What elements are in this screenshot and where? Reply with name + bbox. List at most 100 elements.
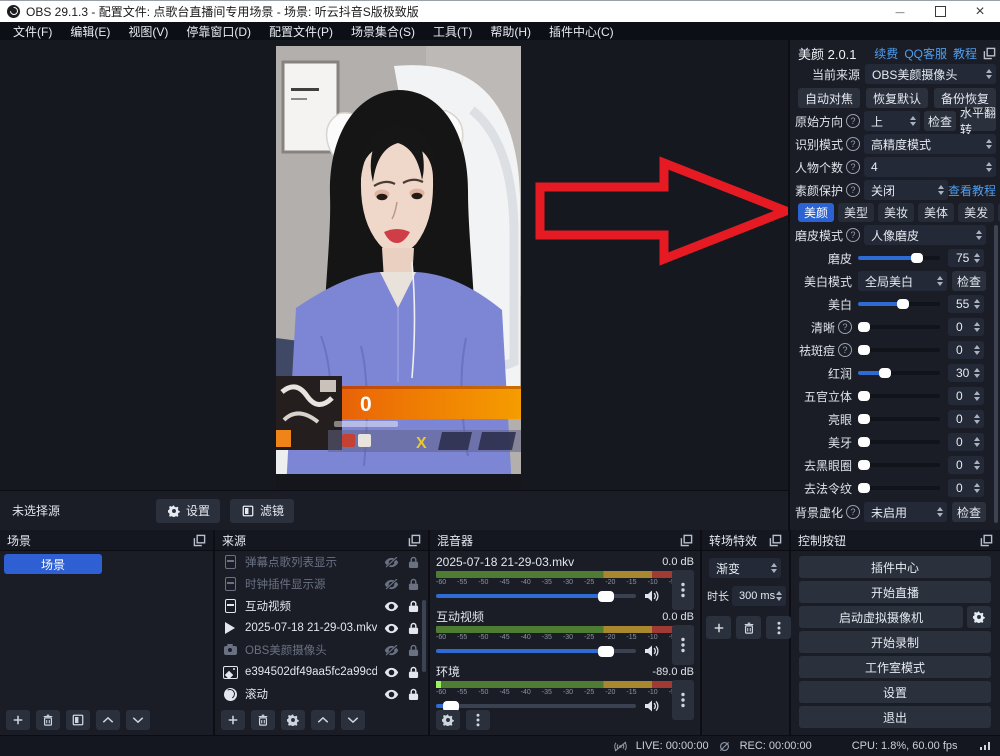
help-icon[interactable] (846, 505, 860, 519)
add-transition-button[interactable] (706, 616, 731, 639)
face-3d-slider[interactable] (858, 394, 940, 398)
exit-button[interactable]: 退出 (799, 706, 991, 728)
start-recording-button[interactable]: 开始录制 (799, 631, 991, 653)
channel-menu-button[interactable] (672, 625, 694, 665)
scene-list-item[interactable]: 场景 (4, 554, 102, 574)
channel-menu-button[interactable] (672, 570, 694, 610)
smooth-value-spin[interactable]: 75 (948, 249, 984, 267)
maximize-button[interactable] (920, 1, 960, 22)
move-scene-up-button[interactable] (96, 710, 120, 730)
qq-support-link[interactable]: QQ客服 (904, 45, 947, 62)
eye-slash-icon[interactable] (384, 643, 399, 658)
nasolabial-slider[interactable] (858, 486, 940, 490)
remove-source-button[interactable] (251, 710, 275, 730)
help-icon[interactable] (846, 160, 860, 174)
eye-icon[interactable] (384, 687, 399, 702)
smooth-mode-dropdown[interactable]: 人像磨皮 (864, 225, 986, 245)
slider-handle[interactable] (858, 460, 870, 470)
lock-icon[interactable] (406, 621, 421, 636)
source-properties-button[interactable] (281, 710, 305, 730)
help-icon[interactable] (846, 228, 860, 242)
lock-icon[interactable] (406, 665, 421, 680)
whiten-slider[interactable] (858, 302, 940, 306)
dark-circles-value-spin[interactable]: 0 (948, 456, 984, 474)
settings-button[interactable]: 设置 (799, 681, 991, 703)
orientation-dropdown[interactable]: 上 (864, 111, 920, 131)
tab-hair[interactable]: 美发 (958, 203, 994, 222)
smooth-slider[interactable] (858, 256, 940, 260)
bright-eyes-slider[interactable] (858, 417, 940, 421)
start-virtual-camera-button[interactable]: 启动虚拟摄像机 (799, 606, 963, 628)
autofocus-button[interactable]: 自动对焦 (798, 88, 860, 108)
bright-eyes-value-spin[interactable]: 0 (948, 410, 984, 428)
move-source-up-button[interactable] (311, 710, 335, 730)
nasolabial-value-spin[interactable]: 0 (948, 479, 984, 497)
menu-help[interactable]: 帮助(H) (481, 23, 540, 40)
whiten-check-button[interactable]: 检查 (952, 271, 986, 291)
popout-icon[interactable] (680, 534, 693, 547)
move-source-down-button[interactable] (341, 710, 365, 730)
source-row[interactable]: e394502df49aa5fc2a99cd2e7c (215, 661, 428, 683)
eye-icon[interactable] (384, 599, 399, 614)
speaker-icon[interactable] (644, 589, 660, 603)
source-row[interactable]: 滚动 (215, 683, 428, 705)
menu-scene-collection[interactable]: 场景集合(S) (342, 23, 424, 40)
popout-icon[interactable] (408, 534, 421, 547)
volume-handle[interactable] (598, 646, 614, 657)
menu-plugin-center[interactable]: 插件中心(C) (540, 23, 623, 40)
eye-slash-icon[interactable] (384, 577, 399, 592)
popout-icon[interactable] (193, 534, 206, 547)
clarity-slider[interactable] (858, 325, 940, 329)
source-settings-button[interactable]: 设置 (156, 499, 220, 523)
eye-icon[interactable] (384, 621, 399, 636)
add-source-button[interactable] (221, 710, 245, 730)
speaker-icon[interactable] (644, 699, 660, 713)
face-3d-value-spin[interactable]: 0 (948, 387, 984, 405)
speaker-icon[interactable] (644, 644, 660, 658)
popout-icon[interactable] (980, 534, 993, 547)
slider-handle[interactable] (858, 322, 870, 332)
help-icon[interactable] (846, 183, 860, 197)
bg-blur-dropdown[interactable]: 未启用 (864, 502, 947, 522)
close-button[interactable] (960, 1, 1000, 22)
eye-icon[interactable] (384, 665, 399, 680)
lock-icon[interactable] (406, 577, 421, 592)
slider-handle[interactable] (858, 437, 870, 447)
current-source-dropdown[interactable]: OBS美颜摄像头 (865, 64, 996, 84)
eye-slash-icon[interactable] (384, 555, 399, 570)
teeth-value-spin[interactable]: 0 (948, 433, 984, 451)
minimize-button[interactable] (880, 1, 920, 22)
slider-handle[interactable] (858, 391, 870, 401)
transition-dropdown[interactable]: 渐变 (709, 558, 781, 578)
horizontal-flip-button[interactable]: 水平翻转 (960, 111, 996, 131)
popout-icon[interactable] (769, 534, 782, 547)
menu-view[interactable]: 视图(V) (119, 23, 177, 40)
help-icon[interactable] (846, 137, 860, 151)
remove-scene-button[interactable] (36, 710, 60, 730)
protect-dropdown[interactable]: 关闭 (864, 180, 948, 200)
tab-beauty[interactable]: 美颜 (798, 203, 834, 222)
source-row[interactable]: 时钟插件显示源 (215, 573, 428, 595)
slider-handle[interactable] (879, 368, 891, 378)
whiten-value-spin[interactable]: 55 (948, 295, 984, 313)
lock-icon[interactable] (406, 555, 421, 570)
person-count-spinner[interactable]: 4 (864, 157, 996, 177)
menu-tools[interactable]: 工具(T) (424, 23, 481, 40)
whiten-mode-dropdown[interactable]: 全局美白 (858, 271, 947, 291)
tutorial-link[interactable]: 教程 (953, 45, 977, 62)
remove-transition-button[interactable] (736, 616, 761, 639)
slider-handle[interactable] (897, 299, 909, 309)
clarity-value-spin[interactable]: 0 (948, 318, 984, 336)
menu-docks[interactable]: 停靠窗口(D) (177, 23, 260, 40)
transition-menu-button[interactable] (766, 616, 791, 639)
virtual-camera-settings-button[interactable] (967, 606, 991, 628)
slider-handle[interactable] (911, 253, 923, 263)
mixer-menu-button[interactable] (466, 710, 490, 730)
move-scene-down-button[interactable] (126, 710, 150, 730)
slider-handle[interactable] (858, 483, 870, 493)
lock-icon[interactable] (406, 599, 421, 614)
scene-filters-button[interactable] (66, 710, 90, 730)
bg-blur-check-button[interactable]: 检查 (952, 502, 986, 522)
menu-profile[interactable]: 配置文件(P) (260, 23, 342, 40)
renew-link[interactable]: 续费 (874, 45, 898, 62)
